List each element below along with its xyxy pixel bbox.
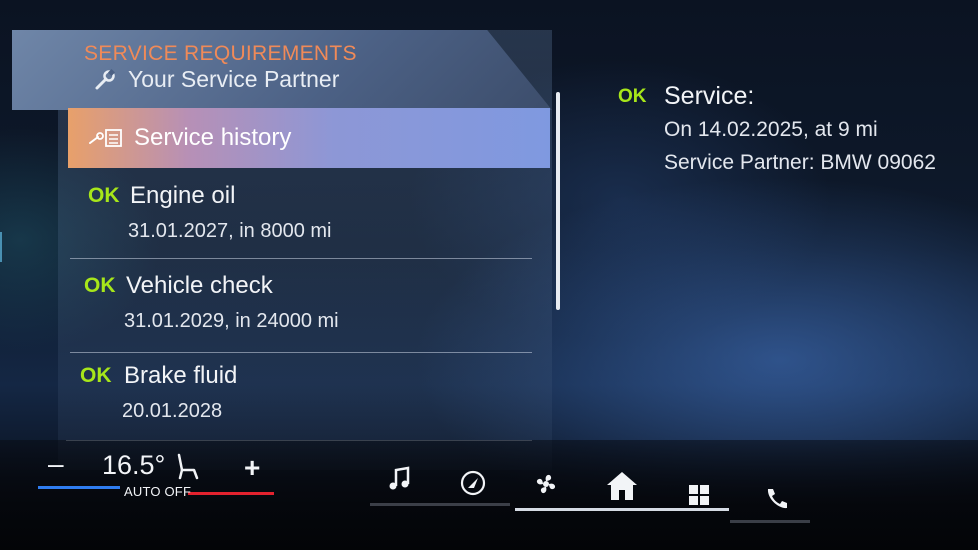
seat-heating-icon[interactable] — [174, 452, 200, 482]
status-badge: OK — [80, 364, 112, 387]
status-badge: OK — [84, 274, 116, 297]
nav-bar-active-indicator — [515, 508, 729, 511]
temperature-decrease-button[interactable]: – — [48, 448, 64, 480]
cool-indicator-line — [38, 486, 120, 489]
detail-status-badge: OK — [618, 86, 647, 107]
menu-item-label: Service history — [134, 124, 292, 151]
phone-icon[interactable] — [764, 486, 790, 512]
item-date: 31.01.2027, in 8000 mi — [128, 220, 332, 242]
left-edge-indicator — [0, 232, 8, 262]
item-name: Vehicle check — [126, 272, 273, 299]
wrench-icon — [95, 68, 116, 89]
scrollbar[interactable] — [556, 92, 560, 310]
music-icon[interactable] — [388, 466, 412, 492]
status-badge: OK — [88, 184, 120, 207]
apps-grid-icon[interactable] — [688, 484, 710, 506]
service-partner-link[interactable]: Your Service Partner — [94, 66, 339, 93]
home-icon[interactable] — [605, 470, 639, 502]
item-name: Brake fluid — [124, 362, 238, 389]
item-date: 20.01.2028 — [122, 400, 223, 422]
item-name: Engine oil — [130, 182, 236, 209]
heat-indicator-line — [188, 492, 274, 495]
detail-title: Service: — [664, 82, 755, 110]
divider — [70, 352, 532, 353]
service-history-icon — [89, 129, 122, 147]
divider — [70, 258, 532, 259]
menu-item-service-history[interactable]: Service history — [68, 108, 550, 168]
fan-icon[interactable] — [532, 470, 560, 498]
nav-bar-indicator — [370, 503, 510, 506]
service-partner-label: Your Service Partner — [128, 66, 340, 92]
temperature-value[interactable]: 16.5° — [102, 450, 165, 481]
temperature-increase-button[interactable]: + — [244, 452, 260, 484]
nav-bar-indicator — [730, 520, 810, 523]
climate-mode-label[interactable]: AUTO OFF — [124, 484, 191, 499]
item-date: 31.01.2029, in 24000 mi — [124, 310, 339, 332]
page-title: SERVICE REQUIREMENTS — [84, 42, 357, 65]
detail-service-date: On 14.02.2025, at 9 mi — [664, 118, 878, 141]
detail-service-partner: Service Partner: BMW 09062 — [664, 151, 936, 174]
navigation-icon[interactable] — [460, 470, 486, 496]
